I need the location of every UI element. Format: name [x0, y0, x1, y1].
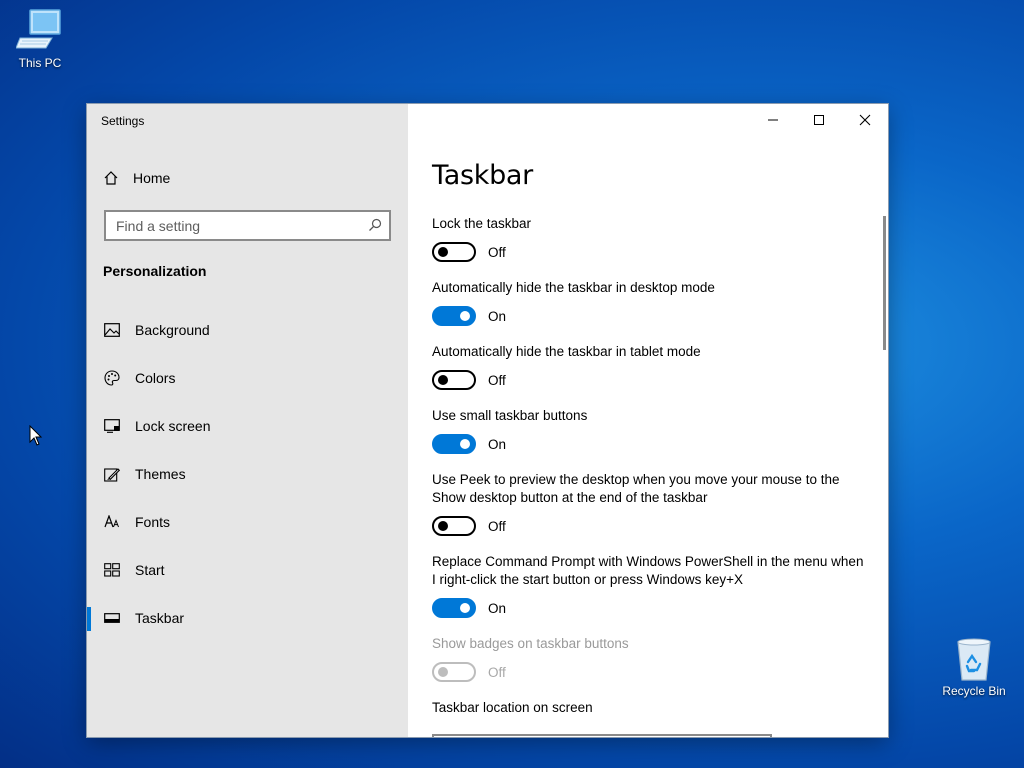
setting-label: Taskbar location on screen — [432, 700, 593, 715]
sidebar-item-label: Background — [135, 322, 210, 338]
sidebar-item-start[interactable]: Start — [87, 546, 408, 594]
sidebar: Settings Home Personalization — [87, 104, 408, 737]
setting-powershell: Replace Command Prompt with Windows Powe… — [432, 553, 864, 618]
search-box[interactable] — [104, 210, 391, 241]
window-title: Settings — [101, 114, 145, 128]
scrollbar-thumb[interactable] — [883, 216, 886, 350]
desktop: This PC Recycle Bin Settings Home Find a… — [0, 0, 1024, 768]
toggle-state: Off — [488, 244, 506, 260]
sidebar-item-taskbar[interactable]: Taskbar — [87, 594, 408, 642]
desktop-icon-recycle-bin[interactable]: Recycle Bin — [934, 636, 1014, 698]
toggle-state: Off — [488, 664, 506, 680]
start-icon — [104, 562, 120, 578]
section-heading-personalization: Personalization — [103, 263, 207, 279]
desktop-icon-label: This PC — [18, 56, 62, 70]
sidebar-item-label: Themes — [135, 466, 186, 482]
toggle-peek[interactable] — [432, 516, 476, 536]
sidebar-item-themes[interactable]: Themes — [87, 450, 408, 498]
sidebar-nav: Background Colors Lock screen Themes Fon… — [87, 306, 408, 642]
sidebar-item-background[interactable]: Background — [87, 306, 408, 354]
home-icon — [104, 171, 118, 185]
sidebar-item-label: Taskbar — [135, 610, 185, 626]
lock-screen-icon — [104, 418, 120, 434]
setting-label: Automatically hide the taskbar in tablet… — [432, 344, 701, 359]
sidebar-item-label: Lock screen — [135, 418, 211, 434]
desktop-icon-label: Recycle Bin — [942, 684, 1006, 698]
setting-label: Automatically hide the taskbar in deskto… — [432, 280, 715, 295]
recycle-bin-icon — [957, 638, 991, 681]
setting-peek: Use Peek to preview the desktop when you… — [432, 471, 864, 536]
sidebar-item-label: Colors — [135, 370, 176, 386]
toggle-autohide-tablet[interactable] — [432, 370, 476, 390]
caption-buttons — [750, 104, 888, 136]
sidebar-item-colors[interactable]: Colors — [87, 354, 408, 402]
toggle-badges — [432, 662, 476, 682]
sidebar-home[interactable]: Home — [103, 168, 393, 188]
setting-autohide-tablet: Automatically hide the taskbar in tablet… — [432, 343, 864, 390]
toggle-powershell[interactable] — [432, 598, 476, 618]
setting-label: Use Peek to preview the desktop when you… — [432, 472, 840, 505]
taskbar-location-dropdown[interactable] — [432, 734, 772, 737]
setting-label: Replace Command Prompt with Windows Powe… — [432, 554, 864, 587]
background-icon — [104, 322, 120, 338]
colors-palette-icon — [104, 370, 120, 386]
setting-label: Lock the taskbar — [432, 216, 532, 231]
maximize-icon — [814, 115, 824, 125]
toggle-lock-taskbar[interactable] — [432, 242, 476, 262]
sidebar-item-lock-screen[interactable]: Lock screen — [87, 402, 408, 450]
this-pc-icon — [16, 9, 61, 49]
home-label: Home — [133, 170, 171, 186]
themes-icon — [104, 466, 120, 482]
sidebar-item-fonts[interactable]: Fonts — [87, 498, 408, 546]
minimize-button[interactable] — [750, 104, 796, 136]
toggle-small-buttons[interactable] — [432, 434, 476, 454]
setting-taskbar-location: Taskbar location on screen — [432, 699, 864, 717]
close-icon — [859, 114, 871, 126]
page-title: Taskbar — [432, 160, 533, 191]
toggle-state: On — [488, 308, 507, 324]
minimize-icon — [768, 119, 778, 121]
close-button[interactable] — [842, 104, 888, 136]
setting-label: Use small taskbar buttons — [432, 408, 588, 423]
toggle-state: Off — [488, 372, 506, 388]
sidebar-item-label: Start — [135, 562, 165, 578]
toggle-state: On — [488, 436, 507, 452]
toggle-state: On — [488, 600, 507, 616]
search-icon[interactable] — [368, 218, 382, 232]
maximize-button[interactable] — [796, 104, 842, 136]
settings-window: Settings Home Personalization — [87, 104, 888, 737]
taskbar-icon — [104, 610, 120, 626]
search-input[interactable] — [106, 212, 366, 239]
fonts-icon — [104, 514, 120, 530]
setting-small-buttons: Use small taskbar buttons On — [432, 407, 864, 454]
settings-list: Lock the taskbar Off Automatically hide … — [432, 215, 864, 734]
sidebar-item-label: Fonts — [135, 514, 171, 530]
setting-autohide-desktop: Automatically hide the taskbar in deskto… — [432, 279, 864, 326]
toggle-state: Off — [488, 518, 506, 534]
toggle-autohide-desktop[interactable] — [432, 306, 476, 326]
setting-badges: Show badges on taskbar buttons Off — [432, 635, 864, 682]
content-pane: Taskbar Lock the taskbar Off Automatical… — [408, 104, 888, 737]
setting-lock-taskbar: Lock the taskbar Off — [432, 215, 864, 262]
mouse-cursor-icon — [29, 425, 43, 446]
setting-label: Show badges on taskbar buttons — [432, 636, 629, 651]
desktop-icon-this-pc[interactable]: This PC — [0, 8, 80, 70]
